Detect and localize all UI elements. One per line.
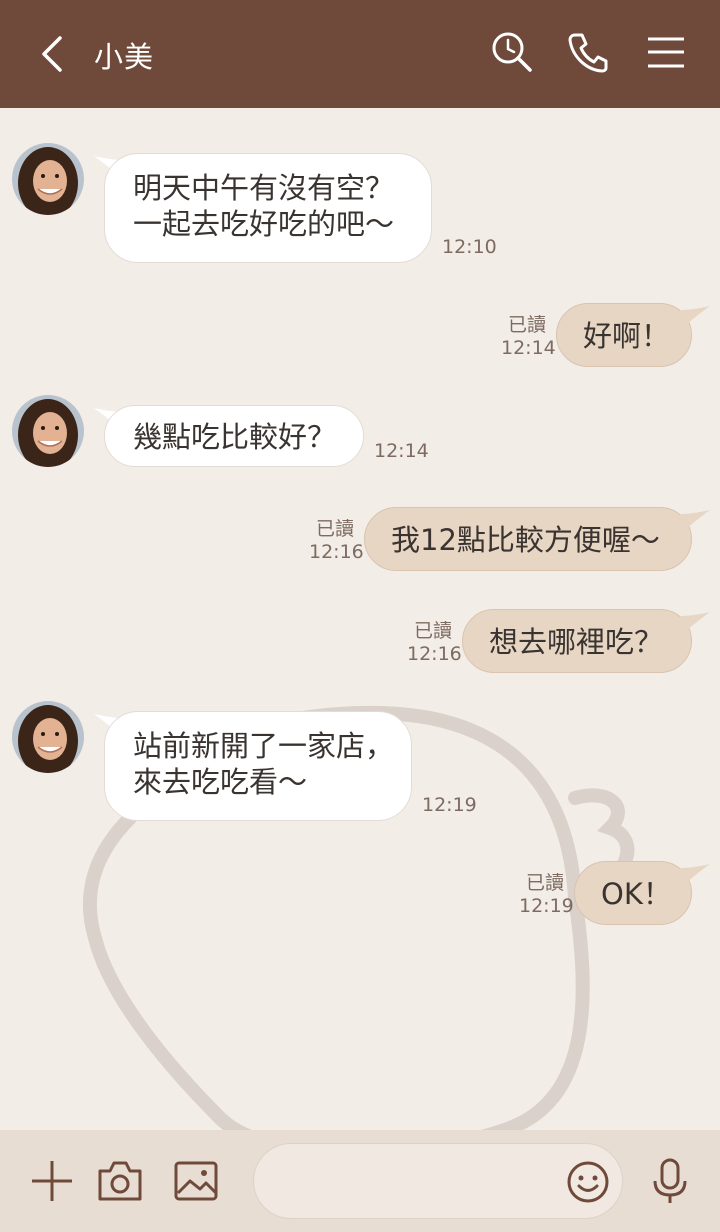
message-text: OK！ [601, 877, 672, 911]
message-time: 12:19 [519, 895, 574, 917]
message-time: 12:10 [442, 236, 497, 258]
smiley-icon[interactable] [564, 1158, 612, 1206]
message-time: 12:14 [374, 440, 429, 462]
avatar[interactable] [12, 701, 84, 773]
message-text: 我12點比較方便喔～ [391, 523, 660, 557]
read-receipt: 已讀 [315, 518, 354, 540]
message-bubble-incoming[interactable]: 明天中午有沒有空？ 一起去吃好吃的吧～ [104, 153, 432, 263]
menu-icon[interactable] [644, 30, 688, 74]
bubble-tail [680, 306, 710, 330]
read-receipt: 已讀 [525, 872, 564, 894]
microphone-icon[interactable] [646, 1157, 694, 1205]
camera-icon[interactable] [96, 1157, 144, 1205]
message-time: 12:19 [422, 794, 477, 816]
message-text-line: 來去吃吃看～ [133, 765, 308, 799]
message-bubble-outgoing[interactable]: 想去哪裡吃？ [462, 609, 692, 673]
message-text: 想去哪裡吃？ [489, 625, 664, 659]
message-text-line: 站前新開了一家店， [133, 729, 395, 763]
bubble-tail [680, 510, 710, 534]
read-receipt: 已讀 [507, 314, 546, 336]
message-bubble-outgoing[interactable]: 好啊！ [556, 303, 692, 367]
bubble-tail [680, 612, 710, 636]
message-bubble-outgoing[interactable]: OK！ [574, 861, 692, 925]
search-icon[interactable] [490, 30, 534, 74]
bubble-tail [680, 864, 710, 888]
message-time: 12:14 [501, 337, 556, 359]
chat-header: 小美 [0, 0, 720, 108]
avatar[interactable] [12, 395, 84, 467]
chevron-left-icon[interactable] [34, 32, 74, 76]
input-bar [0, 1130, 720, 1232]
read-receipt: 已讀 [413, 620, 452, 642]
chat-title: 小美 [94, 40, 155, 74]
message-list[interactable]: 明天中午有沒有空？ 一起去吃好吃的吧～ 12:10 已讀 12:14 好啊！ 幾… [0, 108, 720, 1160]
message-bubble-outgoing[interactable]: 我12點比較方便喔～ [364, 507, 692, 571]
message-bubble-incoming[interactable]: 幾點吃比較好？ [104, 405, 364, 467]
avatar[interactable] [12, 143, 84, 215]
message-time: 12:16 [407, 643, 462, 665]
plus-icon[interactable] [28, 1157, 76, 1205]
message-bubble-incoming[interactable]: 站前新開了一家店， 來去吃吃看～ [104, 711, 412, 821]
message-time: 12:16 [309, 541, 364, 563]
message-text: 好啊！ [583, 319, 671, 353]
image-icon[interactable] [172, 1157, 220, 1205]
message-text-line: 幾點吃比較好？ [133, 420, 337, 454]
phone-icon[interactable] [566, 30, 610, 74]
message-text-line: 明天中午有沒有空？ [133, 171, 395, 205]
message-text-line: 一起去吃好吃的吧～ [133, 207, 395, 241]
